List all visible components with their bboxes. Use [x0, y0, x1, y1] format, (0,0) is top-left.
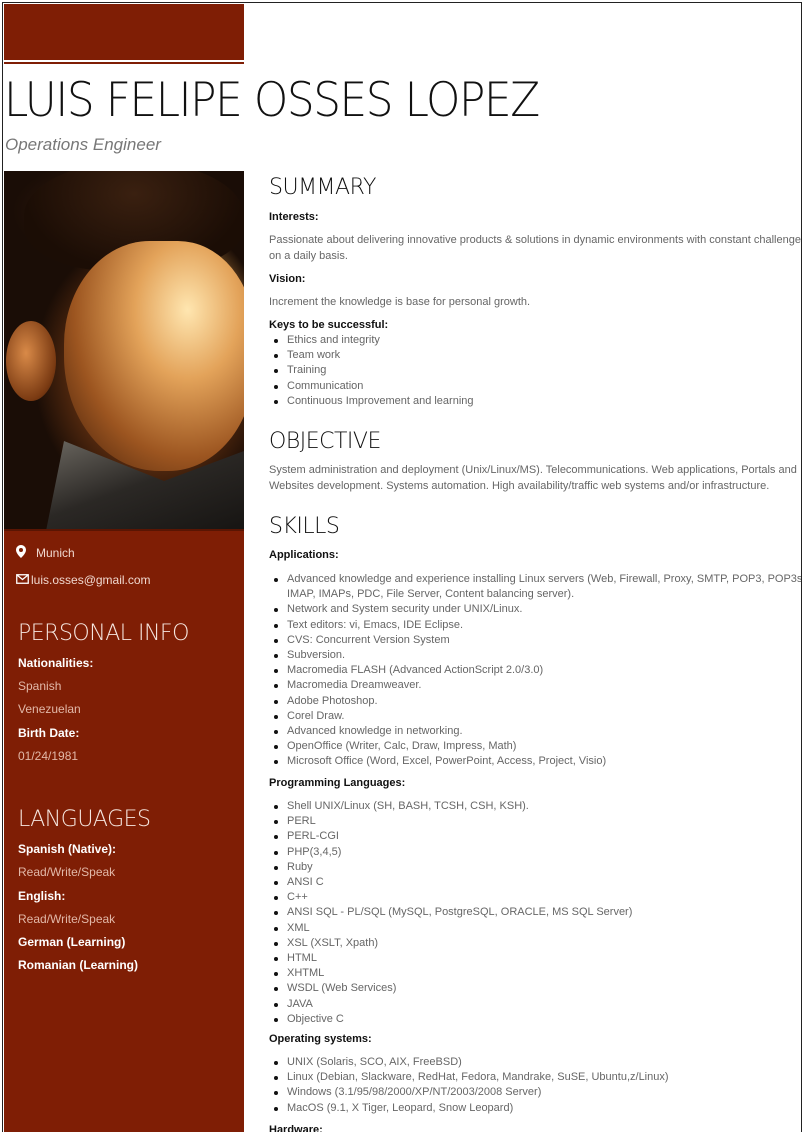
header-accent-block — [4, 4, 244, 60]
resume-page: LUIS FELIPE OSSES LOPEZ Operations Engin… — [2, 2, 802, 1132]
profile-photo — [4, 171, 244, 529]
interests-label: Interests: — [269, 211, 319, 223]
keys-list: Ethics and integrity Team work Training Com… — [269, 333, 801, 409]
list-item: XML — [274, 921, 801, 936]
birth-date-label: Birth Date: — [18, 726, 80, 740]
vision-label: Vision: — [269, 273, 306, 285]
list-item: Text editors: vi, Emacs, IDE Eclipse. — [274, 618, 801, 633]
hardware-label: Hardware: — [269, 1124, 323, 1132]
applications-list: Advanced knowledge and experience instal… — [269, 572, 801, 770]
list-item: CVS: Concurrent Version System — [274, 633, 801, 648]
list-item: Shell UNIX/Linux (SH, BASH, TCSH, CSH, K… — [274, 799, 801, 814]
list-item: Team work — [274, 348, 801, 363]
list-item: Ruby — [274, 860, 801, 875]
nationality-item: Venezuelan — [18, 702, 81, 716]
summary-heading: SUMMARY — [269, 175, 376, 200]
programming-list: Shell UNIX/Linux (SH, BASH, TCSH, CSH, K… — [269, 799, 801, 1027]
list-item: HTML — [274, 951, 801, 966]
header-accent-line — [4, 62, 244, 64]
map-marker-icon — [16, 545, 26, 561]
objective-text: System administration and deployment (Un… — [269, 464, 797, 492]
list-item: WSDL (Web Services) — [274, 981, 801, 996]
email-link[interactable]: luis.osses@gmail.com — [31, 573, 151, 587]
list-item: JAVA — [274, 997, 801, 1012]
list-item: C++ — [274, 890, 801, 905]
keys-label: Keys to be successful: — [269, 319, 389, 331]
list-item: PERL — [274, 814, 801, 829]
list-item: Network and System security under UNIX/L… — [274, 602, 801, 617]
list-item: Objective C — [274, 1012, 801, 1027]
contact-location: Munich — [16, 545, 75, 561]
objective-heading: OBJECTIVE — [269, 429, 381, 454]
personal-info-heading: PERSONAL INFO — [18, 621, 189, 646]
applications-label: Applications: — [269, 549, 339, 561]
list-item: Corel Draw. — [274, 709, 801, 724]
interests-text: Passionate about delivering innovative p… — [269, 234, 802, 262]
list-item: Adobe Photoshop. — [274, 694, 801, 709]
contact-email: luis.osses@gmail.com — [16, 573, 151, 587]
list-item: Macromedia Dreamweaver. — [274, 678, 801, 693]
os-label: Operating systems: — [269, 1033, 372, 1045]
language-label: English: — [18, 889, 66, 903]
os-list: UNIX (Solaris, SCO, AIX, FreeBSD) Linux (… — [269, 1055, 801, 1116]
list-item: UNIX (Solaris, SCO, AIX, FreeBSD) — [274, 1055, 801, 1070]
languages-heading: LANGUAGES — [18, 807, 151, 832]
photo-divider — [4, 529, 244, 531]
language-label: Romanian (Learning) — [18, 958, 139, 972]
programming-label: Programming Languages: — [269, 777, 406, 789]
list-item: Training — [274, 363, 801, 378]
language-label: German (Learning) — [18, 935, 126, 949]
list-item: OpenOffice (Writer, Calc, Draw, Impress,… — [274, 739, 801, 754]
nationality-item: Spanish — [18, 679, 62, 693]
list-item: PERL-CGI — [274, 829, 801, 844]
list-item: MacOS (9.1, X Tiger, Leopard, Snow Leopa… — [274, 1101, 801, 1116]
birth-date-value: 01/24/1981 — [18, 749, 79, 763]
language-level: Read/Write/Speak — [18, 865, 116, 879]
photo-face — [64, 241, 244, 471]
vision-text: Increment the knowledge is base for pers… — [269, 296, 531, 308]
list-item: Linux (Debian, Slackware, RedHat, Fedora… — [274, 1070, 801, 1085]
list-item: ANSI SQL - PL/SQL (MySQL, PostgreSQL, OR… — [274, 905, 801, 920]
location-text: Munich — [36, 546, 75, 560]
list-item: Ethics and integrity — [274, 333, 801, 348]
list-item: Windows (3.1/95/98/2000/XP/NT/2003/2008 … — [274, 1085, 801, 1100]
list-item: XHTML — [274, 966, 801, 981]
photo-ear — [6, 321, 56, 401]
nationalities-label: Nationalities: — [18, 656, 94, 670]
job-title: Operations Engineer — [5, 135, 161, 154]
list-item: Advanced knowledge in networking. — [274, 724, 801, 739]
language-label: Spanish (Native): — [18, 842, 117, 856]
person-name: LUIS FELIPE OSSES LOPEZ — [4, 73, 540, 128]
list-item: Communication — [274, 379, 801, 394]
language-level: Read/Write/Speak — [18, 912, 116, 926]
list-item: XSL (XSLT, Xpath) — [274, 936, 801, 951]
list-item: ANSI C — [274, 875, 801, 890]
list-item: Microsoft Office (Word, Excel, PowerPoin… — [274, 754, 801, 769]
list-item: Subversion. — [274, 648, 801, 663]
list-item: Macromedia FLASH (Advanced ActionScript … — [274, 663, 801, 678]
skills-heading: SKILLS — [269, 514, 340, 539]
list-item: Advanced knowledge and experience instal… — [274, 572, 801, 602]
list-item: PHP(3,4,5) — [274, 845, 801, 860]
list-item: Continuous Improvement and learning — [274, 394, 801, 409]
envelope-icon — [16, 573, 29, 587]
sidebar: Munich luis.osses@gmail.com PERSONAL INF… — [4, 171, 244, 1132]
